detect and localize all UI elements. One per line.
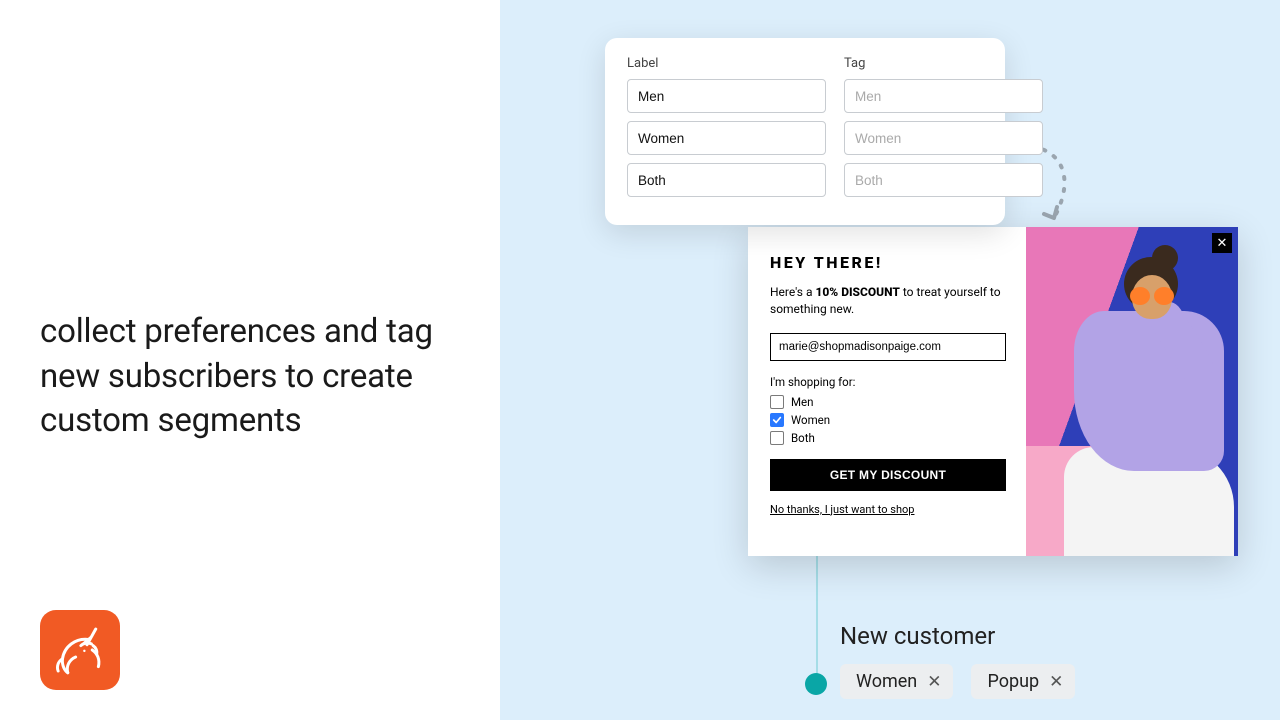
label-input-1[interactable]	[627, 121, 826, 155]
option-row-women[interactable]: Women	[770, 413, 1006, 427]
label-tag-panel: Label Tag	[605, 38, 1005, 225]
chip-label: Women	[856, 671, 917, 692]
checkbox-women[interactable]	[770, 413, 784, 427]
email-field[interactable]	[770, 333, 1006, 361]
connector-line	[816, 556, 818, 676]
get-discount-button[interactable]: GET MY DISCOUNT	[770, 459, 1006, 491]
popup-content: HEY THERE! Here's a 10% DISCOUNT to trea…	[748, 227, 1026, 556]
popup-image: ✕	[1026, 227, 1238, 556]
popup-subtitle: Here's a 10% DISCOUNT to treat yourself …	[770, 284, 1006, 319]
popup-title: HEY THERE!	[770, 253, 1006, 272]
label-input-0[interactable]	[627, 79, 826, 113]
label-column-header: Label	[627, 56, 826, 71]
option-label-women: Women	[791, 413, 830, 427]
unicorn-icon	[52, 622, 108, 678]
option-label-men: Men	[791, 395, 814, 409]
label-input-2[interactable]	[627, 163, 826, 197]
option-row-men[interactable]: Men	[770, 395, 1006, 409]
remove-chip-icon[interactable]: ✕	[1049, 672, 1063, 692]
brand-logo	[40, 610, 120, 690]
option-row-both[interactable]: Both	[770, 431, 1006, 445]
popup-question: I'm shopping for:	[770, 375, 1006, 389]
chip-popup[interactable]: Popup ✕	[971, 664, 1075, 699]
new-customer-block: New customer Women ✕ Popup ✕	[840, 622, 1075, 699]
signup-popup: HEY THERE! Here's a 10% DISCOUNT to trea…	[748, 227, 1238, 556]
right-pane: Label Tag HEY THERE! Here's a 10% DISCOU…	[500, 0, 1280, 720]
chip-women[interactable]: Women ✕	[840, 664, 953, 699]
tag-input-2[interactable]	[844, 163, 1043, 197]
tag-input-0[interactable]	[844, 79, 1043, 113]
left-pane: collect preferences and tag new subscrib…	[0, 0, 500, 720]
marketing-headline: collect preferences and tag new subscrib…	[40, 310, 460, 444]
decline-link[interactable]: No thanks, I just want to shop	[770, 503, 1006, 516]
checkbox-both[interactable]	[770, 431, 784, 445]
tag-input-1[interactable]	[844, 121, 1043, 155]
node-dot-icon	[805, 673, 827, 695]
remove-chip-icon[interactable]: ✕	[927, 672, 941, 692]
popup-sub-bold: 10% DISCOUNT	[815, 285, 899, 299]
check-icon	[772, 415, 782, 425]
checkbox-men[interactable]	[770, 395, 784, 409]
tag-chips: Women ✕ Popup ✕	[840, 664, 1075, 699]
tag-column-header: Tag	[844, 56, 1043, 71]
model-photo	[1026, 227, 1238, 556]
new-customer-title: New customer	[840, 622, 1075, 650]
close-icon[interactable]: ✕	[1212, 233, 1232, 253]
popup-sub-pre: Here's a	[770, 285, 815, 299]
chip-label: Popup	[987, 671, 1039, 692]
option-label-both: Both	[791, 431, 815, 445]
